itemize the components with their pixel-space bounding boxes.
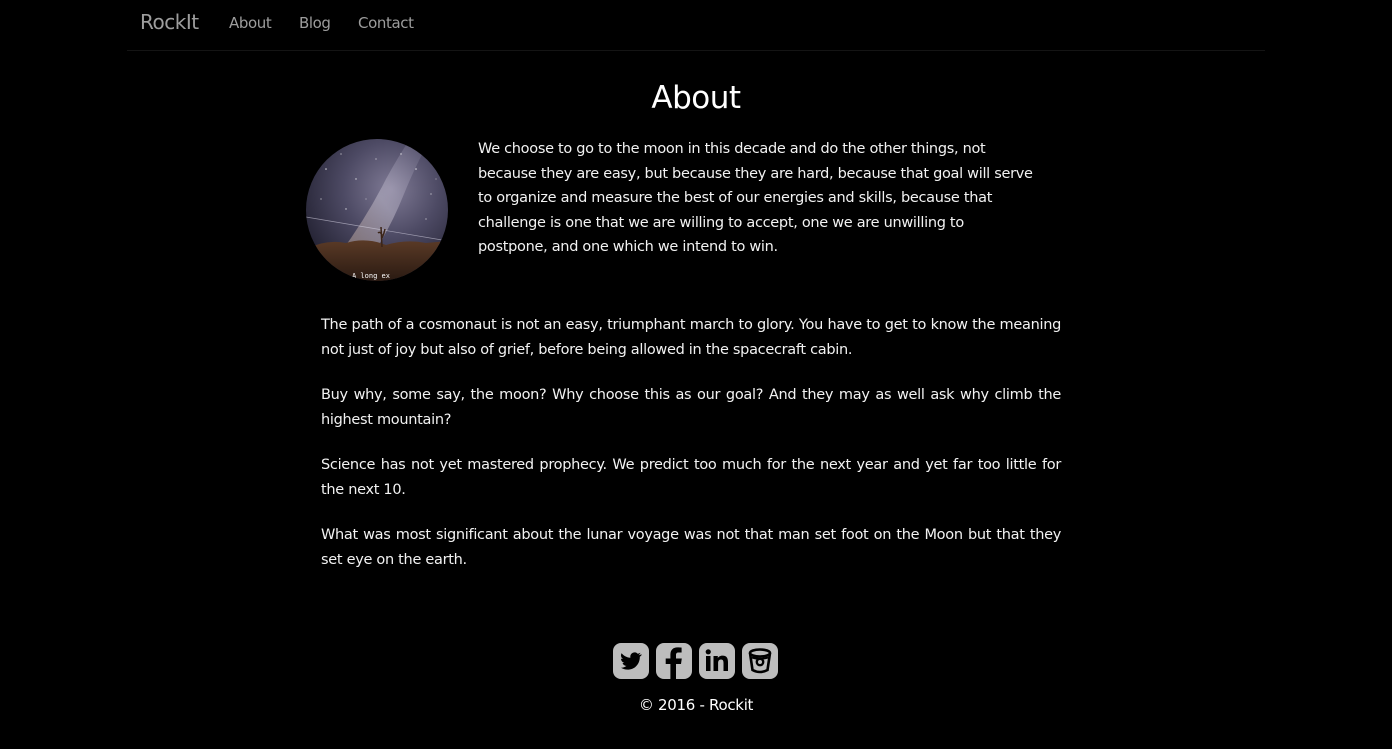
paragraph-4: What was most significant about the luna… bbox=[321, 527, 1061, 568]
nav-link-about[interactable]: About bbox=[229, 14, 272, 32]
brand-link[interactable]: RockIt bbox=[140, 10, 199, 34]
avatar: A long ex bbox=[306, 139, 448, 281]
paragraph-3: Science has not yet mastered prophecy. W… bbox=[321, 457, 1061, 498]
twitter-icon bbox=[621, 652, 642, 670]
paragraph-2: Buy why, some say, the moon? Why choose … bbox=[321, 387, 1061, 428]
page-title: About bbox=[651, 80, 741, 116]
facebook-link[interactable] bbox=[656, 643, 692, 679]
paragraph-1: The path of a cosmonaut is not an easy, … bbox=[321, 317, 1061, 358]
social-links bbox=[613, 643, 778, 679]
intro-text: We choose to go to the moon in this deca… bbox=[478, 141, 1033, 255]
nav-link-blog[interactable]: Blog bbox=[299, 14, 331, 32]
twitter-link[interactable] bbox=[613, 643, 649, 679]
milky-way-photo: A long ex bbox=[306, 139, 448, 281]
avatar-caption: A long ex bbox=[352, 272, 390, 280]
bucket-link[interactable] bbox=[742, 643, 778, 679]
copyright-text: © 2016 - Rockit bbox=[638, 696, 754, 714]
nav-link-contact[interactable]: Contact bbox=[358, 14, 414, 32]
navbar: RockIt About Blog Contact bbox=[127, 0, 1265, 51]
bucket-icon bbox=[748, 648, 772, 674]
linkedin-icon bbox=[705, 649, 728, 671]
facebook-icon bbox=[665, 647, 682, 679]
linkedin-link[interactable] bbox=[699, 643, 735, 679]
